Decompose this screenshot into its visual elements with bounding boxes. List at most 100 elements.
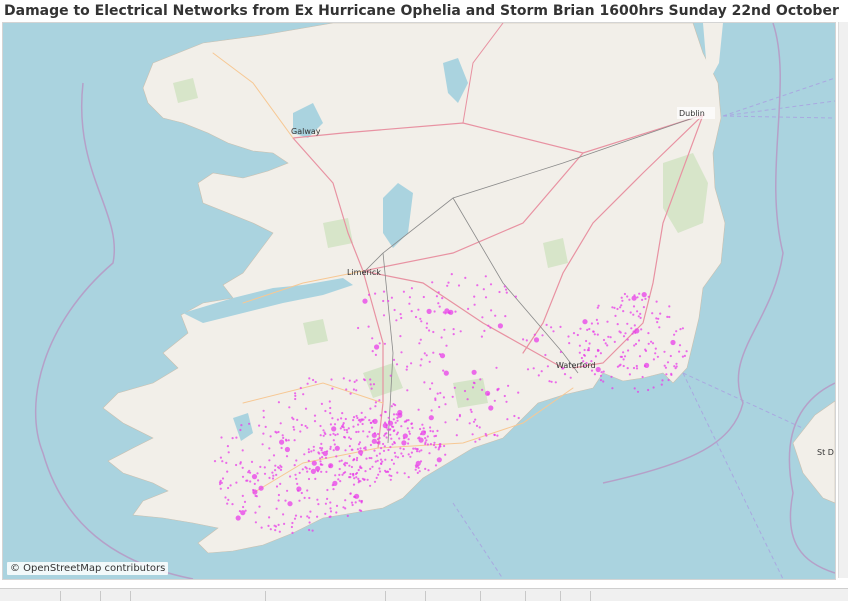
- fault-marker[interactable]: [259, 465, 262, 468]
- fault-marker[interactable]: [641, 292, 647, 298]
- fault-marker[interactable]: [559, 325, 562, 328]
- fault-marker[interactable]: [640, 328, 643, 331]
- fault-marker[interactable]: [339, 427, 342, 430]
- fault-marker[interactable]: [378, 452, 381, 455]
- fault-marker[interactable]: [418, 342, 421, 345]
- fault-marker[interactable]: [345, 462, 349, 465]
- fault-marker[interactable]: [293, 428, 296, 431]
- fault-marker[interactable]: [366, 478, 369, 481]
- fault-marker[interactable]: [554, 381, 557, 384]
- fault-marker[interactable]: [229, 484, 232, 487]
- fault-marker[interactable]: [444, 312, 447, 315]
- fault-marker[interactable]: [221, 460, 224, 463]
- fault-marker[interactable]: [379, 462, 383, 465]
- fault-marker[interactable]: [395, 433, 398, 436]
- fault-marker[interactable]: [650, 340, 653, 343]
- fault-marker[interactable]: [407, 476, 410, 479]
- fault-marker[interactable]: [497, 323, 503, 329]
- fault-marker[interactable]: [408, 430, 411, 433]
- fault-marker[interactable]: [423, 381, 426, 384]
- fault-marker[interactable]: [262, 409, 265, 412]
- fault-marker[interactable]: [299, 386, 302, 390]
- fault-marker[interactable]: [622, 358, 625, 361]
- fault-marker[interactable]: [639, 316, 642, 319]
- fault-marker[interactable]: [358, 449, 364, 455]
- fault-marker[interactable]: [670, 339, 676, 346]
- fault-marker[interactable]: [395, 363, 399, 366]
- fault-marker[interactable]: [227, 498, 230, 501]
- fault-marker[interactable]: [424, 441, 427, 444]
- fault-marker[interactable]: [307, 451, 310, 454]
- fault-marker[interactable]: [414, 468, 417, 471]
- fault-marker[interactable]: [258, 424, 261, 427]
- fault-marker[interactable]: [348, 445, 351, 448]
- fault-marker[interactable]: [289, 475, 292, 478]
- fault-marker[interactable]: [622, 310, 625, 313]
- fault-marker[interactable]: [303, 453, 306, 456]
- fault-marker[interactable]: [382, 449, 386, 452]
- fault-marker[interactable]: [219, 479, 222, 482]
- fault-marker[interactable]: [372, 383, 376, 386]
- fault-marker[interactable]: [579, 327, 582, 330]
- fault-marker[interactable]: [219, 487, 222, 490]
- fault-marker[interactable]: [291, 531, 294, 534]
- fault-marker[interactable]: [344, 499, 347, 502]
- fault-marker[interactable]: [634, 331, 637, 334]
- fault-marker[interactable]: [628, 298, 631, 301]
- fault-marker[interactable]: [481, 316, 484, 319]
- fault-marker[interactable]: [403, 420, 406, 423]
- fault-marker[interactable]: [329, 433, 332, 436]
- fault-marker[interactable]: [599, 374, 603, 377]
- fault-marker[interactable]: [673, 365, 676, 368]
- fault-marker[interactable]: [324, 456, 328, 459]
- fault-marker[interactable]: [467, 307, 470, 310]
- fault-marker[interactable]: [403, 472, 406, 475]
- fault-marker[interactable]: [668, 305, 671, 308]
- fault-marker[interactable]: [428, 452, 431, 455]
- fault-marker[interactable]: [282, 436, 285, 439]
- fault-marker[interactable]: [321, 456, 324, 459]
- fault-marker[interactable]: [426, 308, 432, 314]
- fault-marker[interactable]: [683, 354, 687, 357]
- fault-marker[interactable]: [489, 326, 492, 329]
- fault-marker[interactable]: [387, 420, 394, 426]
- fault-marker[interactable]: [272, 454, 276, 457]
- fault-marker[interactable]: [613, 340, 616, 343]
- fault-marker[interactable]: [632, 366, 636, 370]
- fault-marker[interactable]: [644, 297, 647, 300]
- fault-marker[interactable]: [473, 295, 476, 298]
- fault-marker[interactable]: [363, 478, 366, 481]
- fault-marker[interactable]: [442, 369, 445, 372]
- fault-marker[interactable]: [631, 332, 634, 335]
- fault-marker[interactable]: [324, 512, 327, 515]
- fault-marker[interactable]: [580, 356, 584, 360]
- fault-marker[interactable]: [288, 406, 291, 409]
- fault-marker[interactable]: [415, 448, 418, 451]
- fault-marker[interactable]: [514, 295, 517, 298]
- fault-marker[interactable]: [354, 501, 357, 504]
- fault-marker[interactable]: [402, 437, 406, 440]
- fault-marker[interactable]: [586, 349, 590, 352]
- fault-marker[interactable]: [659, 312, 662, 315]
- fault-marker[interactable]: [478, 426, 481, 429]
- fault-marker[interactable]: [652, 358, 656, 361]
- fault-marker[interactable]: [319, 434, 322, 437]
- fault-marker[interactable]: [638, 355, 642, 358]
- fault-marker[interactable]: [639, 312, 642, 315]
- fault-marker[interactable]: [385, 436, 388, 439]
- fault-marker[interactable]: [635, 367, 639, 370]
- fault-marker[interactable]: [329, 510, 333, 513]
- fault-marker[interactable]: [385, 426, 388, 429]
- fault-marker[interactable]: [284, 499, 287, 502]
- fault-marker[interactable]: [369, 383, 372, 386]
- fault-marker[interactable]: [279, 482, 282, 485]
- fault-marker[interactable]: [277, 466, 280, 469]
- fault-marker[interactable]: [474, 440, 477, 443]
- fault-marker[interactable]: [329, 515, 332, 518]
- fault-marker[interactable]: [357, 430, 360, 433]
- fault-marker[interactable]: [310, 450, 313, 453]
- fault-marker[interactable]: [301, 468, 304, 471]
- fault-marker[interactable]: [464, 276, 467, 279]
- fault-marker[interactable]: [633, 324, 636, 327]
- fault-marker[interactable]: [300, 491, 303, 495]
